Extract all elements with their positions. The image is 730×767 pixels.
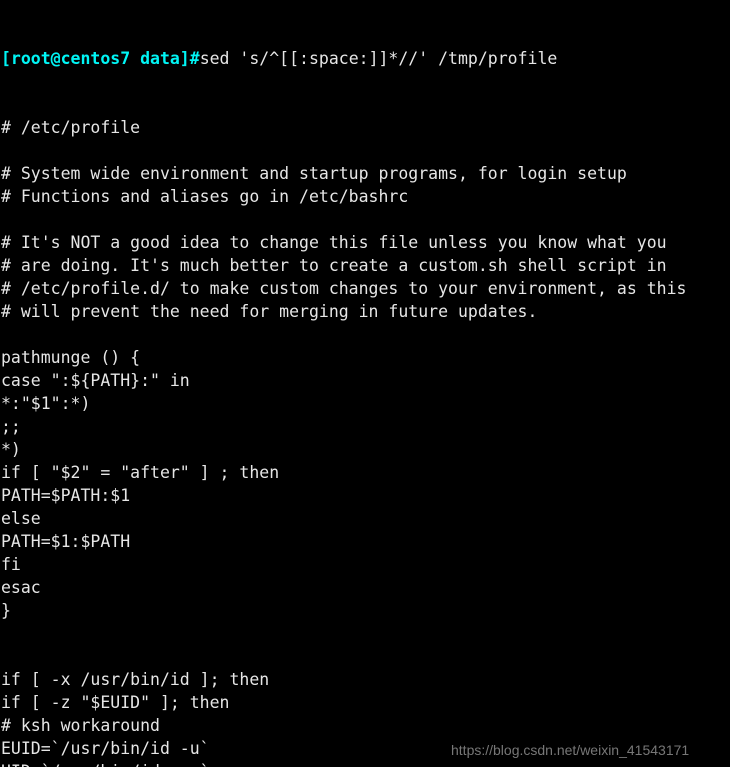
output-line-list: # /etc/profile # System wide environment…	[1, 116, 730, 767]
output-line: }	[1, 601, 11, 620]
output-line: # Functions and aliases go in /etc/bashr…	[1, 187, 409, 206]
output-line: PATH=$PATH:$1	[1, 486, 131, 505]
output-line: # will prevent the need for merging in f…	[1, 302, 538, 321]
output-line: fi	[1, 555, 21, 574]
output-line: *)	[1, 440, 21, 459]
output-line: # /etc/profile	[1, 118, 141, 137]
output-line: ;;	[1, 417, 21, 436]
output-line: if [ -x /usr/bin/id ]; then	[1, 670, 270, 689]
output-line: if [ -z "$EUID" ]; then	[1, 693, 230, 712]
terminal-output: [root@centos7 data]#sed 's/^[[:space:]]*…	[1, 1, 730, 767]
output-line: if [ "$2" = "after" ] ; then	[1, 463, 280, 482]
output-line: PATH=$1:$PATH	[1, 532, 131, 551]
output-line: # ksh workaround	[1, 716, 160, 735]
terminal-window[interactable]: [root@centos7 data]#sed 's/^[[:space:]]*…	[0, 0, 730, 767]
watermark-text: https://blog.csdn.net/weixin_41543171	[451, 742, 690, 758]
output-line: # It's NOT a good idea to change this fi…	[1, 233, 667, 252]
output-line: # System wide environment and startup pr…	[1, 164, 627, 183]
output-line: *:"$1":*)	[1, 394, 91, 413]
output-line: else	[1, 509, 41, 528]
output-line: case ":${PATH}:" in	[1, 371, 190, 390]
shell-prompt: [root@centos7 data]#	[1, 49, 200, 68]
output-line: # are doing. It's much better to create …	[1, 256, 667, 275]
output-line: UID=`/usr/bin/id -ru`	[1, 760, 730, 767]
output-line: # /etc/profile.d/ to make custom changes…	[1, 279, 687, 298]
command-line: [root@centos7 data]#sed 's/^[[:space:]]*…	[1, 47, 730, 70]
output-line: pathmunge () {	[1, 348, 141, 367]
command-text: sed 's/^[[:space:]]*//' /tmp/profile	[199, 49, 558, 68]
output-line: esac	[1, 578, 41, 597]
